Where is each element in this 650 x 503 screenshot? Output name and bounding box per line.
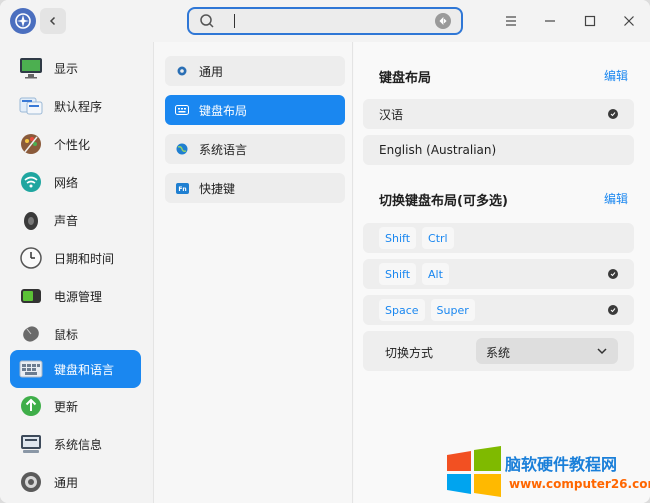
sidebar-item-display[interactable]: 显示	[10, 50, 141, 86]
svg-text:Fn: Fn	[178, 186, 186, 193]
monitor-icon	[18, 55, 44, 81]
edit-layout-link[interactable]: 编辑	[604, 67, 628, 84]
globe-icon	[175, 142, 189, 156]
sidebar-item-label: 网络	[54, 175, 79, 190]
maximize-button[interactable]	[580, 11, 600, 31]
chevron-down-icon	[597, 348, 607, 355]
switch-layout-title: 切换键盘布局(可多选)	[379, 194, 508, 209]
subnav-item-label: 键盘布局	[199, 103, 248, 118]
subnav-item-label: 系统语言	[199, 142, 248, 157]
subnav-item-keyboard-layout[interactable]: 键盘布局	[165, 95, 345, 125]
sidebar-item-label: 键盘和语言	[54, 362, 115, 377]
check-icon	[608, 305, 618, 315]
watermark: 脑软硬件教程网 www.computer26.com	[443, 445, 650, 503]
key-chip: Ctrl	[422, 227, 454, 249]
switch-mode-label: 切换方式	[385, 346, 434, 360]
sidebar-item-label: 更新	[54, 399, 79, 414]
default-apps-icon	[18, 93, 44, 119]
switch-combo-row[interactable]: Shift Alt	[363, 259, 634, 289]
hamburger-menu-icon	[506, 16, 516, 26]
palette-icon	[18, 131, 44, 157]
subnav-item-label: 通用	[199, 64, 224, 79]
sidebar-item-label: 默认程序	[54, 99, 103, 114]
sidebar-item-label: 鼠标	[54, 327, 79, 342]
sidebar-item-label: 电源管理	[54, 289, 103, 304]
back-button[interactable]	[40, 8, 66, 34]
chevron-left-icon	[49, 16, 56, 26]
search-field[interactable]	[187, 7, 463, 35]
search-input[interactable]	[234, 14, 235, 28]
sidebar-item-date-time[interactable]: 日期和时间	[10, 240, 141, 276]
layout-label: English (Australian)	[379, 143, 497, 157]
subnav-panel: 通用 键盘布局 系统语言 Fn 快捷键	[153, 42, 353, 503]
subnav-item-general[interactable]: 通用	[165, 56, 345, 86]
check-icon	[608, 269, 618, 279]
settings-window: 显示 默认程序 个性化 网络 声音 日期和时间 电源管理 鼠标 键盘和语言 更新…	[0, 0, 650, 503]
switch-mode-row: 切换方式 系统	[363, 331, 634, 371]
fn-key-icon: Fn	[175, 181, 189, 195]
sidebar-item-label: 声音	[54, 213, 79, 228]
sidebar-item-keyboard-language[interactable]: 键盘和语言	[10, 350, 141, 388]
switch-mode-value: 系统	[486, 346, 511, 360]
keyboard-icon	[175, 103, 189, 117]
edit-switch-link[interactable]: 编辑	[604, 190, 628, 207]
sidebar-item-update[interactable]: 更新	[10, 388, 141, 424]
close-button[interactable]	[619, 11, 639, 31]
key-chip: Shift	[379, 227, 417, 249]
subnav-item-system-language[interactable]: 系统语言	[165, 134, 345, 164]
switch-combo-row[interactable]: Shift Ctrl	[363, 223, 634, 253]
minimize-icon	[545, 20, 555, 22]
clock-icon	[18, 245, 44, 271]
subnav-item-shortcuts[interactable]: Fn 快捷键	[165, 173, 345, 203]
subnav-item-label: 快捷键	[199, 181, 236, 196]
update-icon	[18, 393, 44, 419]
keyboard-layout-content: 键盘布局 编辑 汉语 English (Australian) 切换键盘布局(可…	[354, 42, 650, 503]
battery-icon	[18, 283, 44, 309]
sidebar-item-general[interactable]: 通用	[10, 464, 141, 500]
general-icon	[18, 469, 44, 495]
windows-logo-icon	[447, 446, 501, 497]
layout-row-english-australian[interactable]: English (Australian)	[363, 135, 634, 165]
layout-row-chinese[interactable]: 汉语	[363, 99, 634, 129]
menu-button[interactable]	[501, 11, 521, 31]
sidebar-item-label: 个性化	[54, 137, 91, 152]
sidebar-item-label: 系统信息	[54, 437, 103, 452]
main-sidebar: 显示 默认程序 个性化 网络 声音 日期和时间 电源管理 鼠标 键盘和语言 更新…	[0, 42, 153, 503]
sidebar-item-network[interactable]: 网络	[10, 164, 141, 200]
sidebar-item-label: 通用	[54, 475, 79, 490]
key-chip: Space	[379, 299, 425, 321]
check-icon	[608, 109, 618, 119]
keyboard-icon	[18, 356, 44, 382]
sidebar-item-personalization[interactable]: 个性化	[10, 126, 141, 162]
watermark-url: www.computer26.com	[509, 477, 650, 491]
title-bar	[0, 0, 650, 42]
close-icon	[624, 16, 634, 26]
switch-mode-select[interactable]: 系统	[476, 338, 618, 364]
sidebar-item-power[interactable]: 电源管理	[10, 278, 141, 314]
watermark-title: 脑软硬件教程网	[505, 455, 618, 474]
sidebar-item-mouse[interactable]: 鼠标	[10, 316, 141, 352]
network-icon	[18, 169, 44, 195]
sidebar-item-default-apps[interactable]: 默认程序	[10, 88, 141, 124]
key-chip: Alt	[422, 263, 449, 285]
key-chip: Super	[430, 299, 475, 321]
speaker-icon	[18, 207, 44, 233]
gear-icon	[175, 64, 189, 78]
key-chip: Shift	[379, 263, 417, 285]
layout-label: 汉语	[379, 107, 404, 122]
search-icon	[200, 14, 214, 28]
sidebar-item-label: 日期和时间	[54, 251, 115, 266]
sidebar-item-sound[interactable]: 声音	[10, 202, 141, 238]
keyboard-layout-title: 键盘布局	[379, 71, 432, 86]
mouse-icon	[18, 321, 44, 347]
system-info-icon	[18, 431, 44, 457]
maximize-icon	[584, 15, 596, 27]
sidebar-item-system-info[interactable]: 系统信息	[10, 426, 141, 462]
app-logo-icon	[10, 8, 36, 34]
voice-input-icon[interactable]	[435, 13, 451, 29]
switch-combo-row[interactable]: Space Super	[363, 295, 634, 325]
minimize-button[interactable]	[540, 11, 560, 31]
sidebar-item-label: 显示	[54, 61, 79, 76]
